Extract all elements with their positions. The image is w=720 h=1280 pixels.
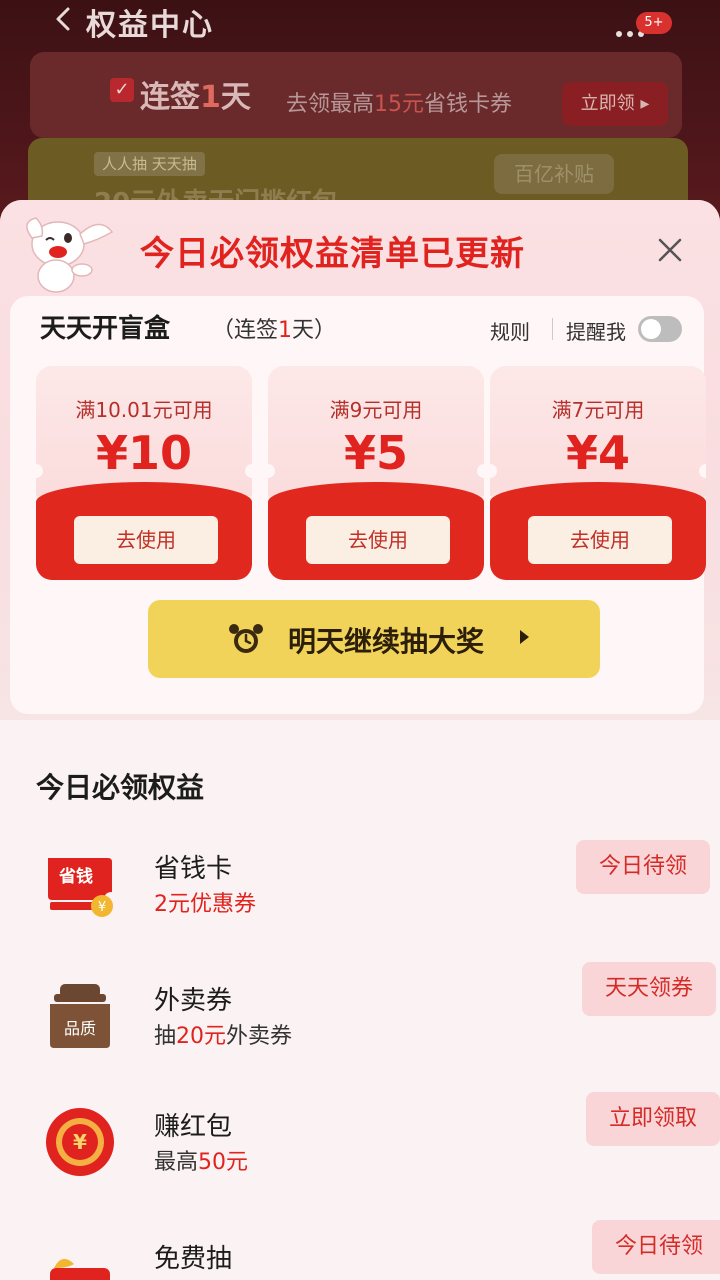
arrow-right-icon [520, 630, 529, 644]
claim-now-button[interactable]: 立即领 ▸ [562, 82, 668, 126]
modal-title: 今日必领权益清单已更新 [140, 234, 525, 274]
promo-subsidy-label: 百亿补贴 [494, 154, 614, 194]
draw-tomorrow-button[interactable]: 明天继续抽大奖 [148, 600, 600, 678]
draw-button-label: 明天继续抽大奖 [288, 625, 485, 658]
benefit-row: 省钱 ¥ 省钱卡 2元优惠券 今日待领 [0, 830, 720, 940]
coupon-amount: ¥10 [95, 426, 193, 480]
divider [552, 318, 553, 340]
claim-today-button[interactable]: 今日待领 [592, 1220, 720, 1274]
alarm-clock-icon [229, 624, 263, 653]
benefit-description: 最高50元 [154, 1150, 249, 1175]
blind-box-streak: （连签1天） [212, 318, 337, 343]
benefit-name: 外卖券 [154, 986, 233, 1016]
toggle-knob [641, 319, 661, 339]
claim-today-button[interactable]: 今日待领 [576, 840, 710, 894]
coupon-condition: 满9元可用 [329, 398, 423, 422]
coupon-card: 满10.01元可用 ¥10 去使用 [36, 366, 252, 580]
notification-badge: 5+ [636, 12, 672, 34]
page-title: 权益中心 [86, 8, 214, 43]
benefit-row: ¥ 赚红包 最高50元 立即领取 [0, 1088, 720, 1198]
claim-daily-coupon-button[interactable]: 天天领券 [582, 962, 716, 1016]
benefits-modal: 今日必领权益清单已更新 天天开盲盒 （连签1天） 规则 提醒我 满10.01元可… [0, 200, 720, 1280]
use-coupon-button[interactable]: 去使用 [306, 516, 450, 564]
red-packet-icon-text: ¥ [73, 1130, 87, 1154]
sign-in-streak: 连签1天 [140, 80, 251, 115]
sign-in-description: 去领最高15元省钱卡券 [286, 92, 513, 117]
benefits-section-title: 今日必领权益 [36, 771, 205, 804]
benefit-description: 抽20元外卖券 [154, 1024, 293, 1049]
takeout-bag-icon-text: 品质 [64, 1019, 96, 1038]
remind-me-label: 提醒我 [566, 320, 626, 344]
claim-now-button[interactable]: 立即领取 [586, 1092, 720, 1146]
gift-icon [50, 1258, 110, 1280]
red-packet-icon: ¥ [46, 1108, 114, 1176]
close-icon[interactable] [654, 234, 686, 266]
benefit-name: 赚红包 [154, 1112, 233, 1142]
benefit-row: 免费抽 今日待领 [0, 1220, 720, 1280]
promo-tag: 人人抽 天天抽 [94, 152, 205, 176]
back-arrow-icon[interactable] [50, 6, 76, 32]
coupon-condition: 满7元可用 [551, 398, 645, 422]
svg-text:¥: ¥ [98, 900, 106, 915]
coupon-card: 满9元可用 ¥5 去使用 [268, 366, 484, 580]
remind-me-toggle[interactable] [638, 316, 682, 342]
checkbox-icon: ✓ [110, 78, 134, 102]
coupon-amount: ¥5 [343, 426, 408, 480]
blind-box-title: 天天开盲盒 [40, 314, 171, 344]
benefit-name: 省钱卡 [154, 854, 233, 884]
benefit-row: 品质 外卖券 抽20元外卖券 天天领券 [0, 962, 720, 1072]
savings-card-icon-text: 省钱 [58, 866, 93, 887]
coupon-condition: 满10.01元可用 [75, 398, 213, 422]
coupon-card: 满7元可用 ¥4 去使用 [490, 366, 706, 580]
coupon-amount: ¥4 [565, 426, 630, 480]
savings-card-icon: 省钱 ¥ [48, 858, 113, 917]
dot-icon [627, 31, 633, 37]
mascot-dog-icon [26, 217, 114, 293]
takeout-bag-icon: 品质 [50, 984, 110, 1048]
use-coupon-button[interactable]: 去使用 [528, 516, 672, 564]
benefit-name: 免费抽 [154, 1244, 233, 1274]
rules-link[interactable]: 规则 [490, 316, 530, 345]
use-coupon-button[interactable]: 去使用 [74, 516, 218, 564]
dot-icon [616, 31, 622, 37]
benefit-description: 2元优惠券 [154, 892, 256, 917]
